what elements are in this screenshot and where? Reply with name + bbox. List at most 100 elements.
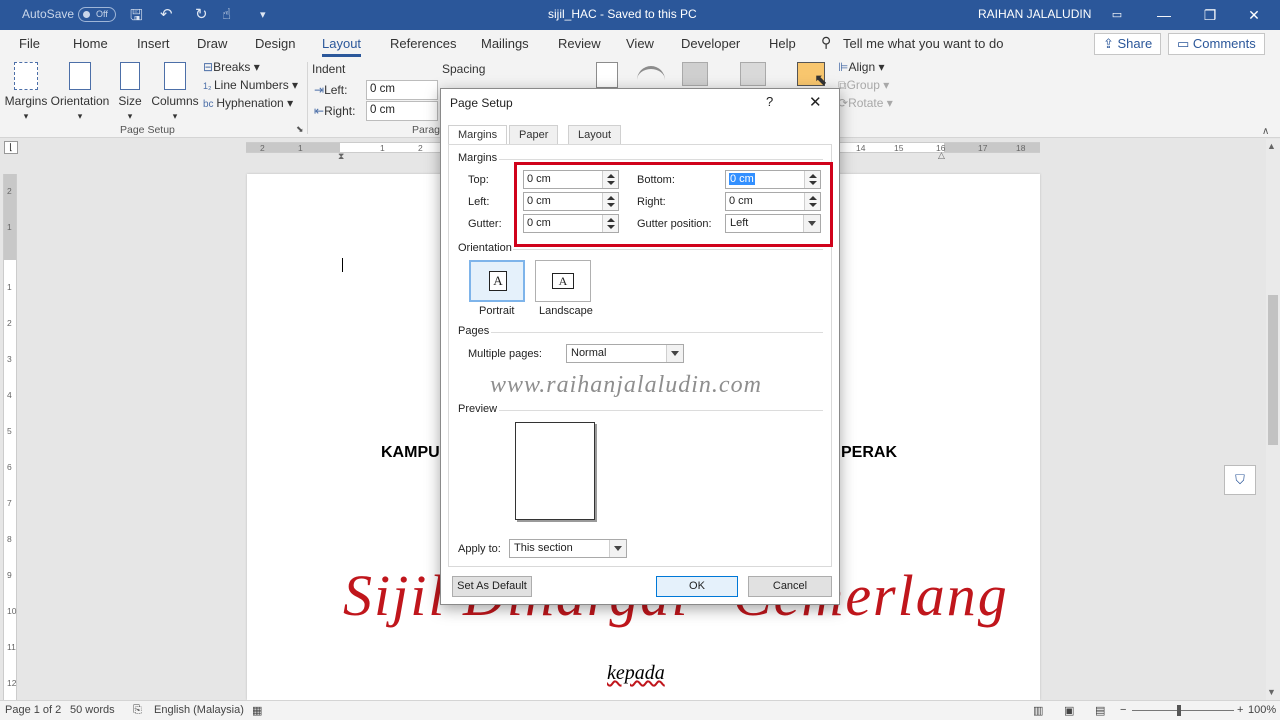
tab-mailings[interactable]: Mailings bbox=[481, 36, 529, 51]
multiple-pages-select[interactable]: Normal bbox=[566, 344, 684, 363]
line-numbers-button[interactable]: 1₂ Line Numbers ▾ bbox=[203, 78, 298, 92]
right-indent-marker-icon[interactable]: △ bbox=[938, 150, 945, 161]
indent-marker-icon[interactable]: ⧗ bbox=[338, 151, 344, 162]
wrap-text-icon[interactable] bbox=[637, 66, 665, 86]
columns-button[interactable]: Columns ▾ bbox=[150, 62, 200, 122]
zoom-slider-thumb[interactable] bbox=[1177, 705, 1181, 716]
indent-label: Indent bbox=[312, 62, 346, 76]
tab-paper[interactable]: Paper bbox=[509, 125, 559, 145]
undo-icon[interactable]: ↶ bbox=[160, 5, 173, 23]
word-count[interactable]: 50 words bbox=[70, 704, 115, 716]
vertical-scrollbar[interactable]: ▲ ▼ bbox=[1266, 139, 1280, 700]
user-name[interactable]: RAIHAN JALALUDIN bbox=[978, 7, 1091, 21]
restore-icon[interactable]: ❐ bbox=[1196, 4, 1224, 26]
tab-insert[interactable]: Insert bbox=[137, 36, 170, 51]
minimize-icon[interactable]: — bbox=[1150, 4, 1178, 26]
tab-margins[interactable]: Margins bbox=[448, 125, 508, 146]
scroll-up-icon[interactable]: ▲ bbox=[1267, 141, 1276, 151]
tab-design[interactable]: Design bbox=[255, 36, 295, 51]
dialog-close-icon[interactable]: ✕ bbox=[809, 93, 822, 111]
pages-section-label: Pages bbox=[458, 325, 490, 337]
cancel-button[interactable]: Cancel bbox=[748, 576, 832, 597]
breaks-icon: ⊟ bbox=[203, 60, 214, 74]
zoom-in-icon[interactable]: + bbox=[1237, 704, 1243, 716]
spacing-label: Spacing bbox=[442, 62, 486, 76]
language-indicator[interactable]: English (Malaysia) bbox=[154, 704, 244, 716]
orientation-button[interactable]: Orientation ▾ bbox=[50, 62, 110, 122]
landscape-option[interactable]: A bbox=[535, 260, 591, 302]
margins-button[interactable]: Margins ▾ bbox=[4, 62, 48, 122]
web-layout-icon[interactable]: ▤ bbox=[1095, 704, 1105, 717]
set-as-default-button[interactable]: Set As Default bbox=[452, 576, 532, 597]
multiple-pages-label: Multiple pages: bbox=[468, 348, 542, 360]
share-button[interactable]: ⇪ Share bbox=[1094, 33, 1162, 55]
indent-left-input[interactable]: 0 cm bbox=[366, 80, 438, 100]
align-button[interactable]: ⊫Align ▾ bbox=[838, 60, 885, 74]
group-button[interactable]: ⧉Group ▾ bbox=[838, 78, 889, 93]
comments-button[interactable]: ▭ Comments bbox=[1168, 33, 1265, 55]
touch-mode-icon[interactable]: ☝ bbox=[222, 5, 231, 23]
ribbon-divider bbox=[307, 62, 308, 134]
zoom-level[interactable]: 100% bbox=[1248, 704, 1276, 716]
close-window-icon[interactable]: ✕ bbox=[1240, 4, 1268, 26]
print-layout-icon[interactable]: ▣ bbox=[1064, 704, 1074, 717]
tab-view[interactable]: View bbox=[626, 36, 654, 51]
ok-button[interactable]: OK bbox=[656, 576, 738, 597]
bring-forward-icon[interactable] bbox=[682, 62, 708, 86]
tab-review[interactable]: Review bbox=[558, 36, 601, 51]
save-icon[interactable]: 🖫 bbox=[130, 5, 143, 30]
proofing-icon[interactable]: ⎘ bbox=[133, 704, 142, 717]
hyphenation-button[interactable]: bc Hyphenation ▾ bbox=[203, 96, 293, 110]
breaks-button[interactable]: ⊟Breaks ▾ bbox=[203, 60, 260, 74]
tell-me-input[interactable]: Tell me what you want to do bbox=[843, 36, 1003, 51]
tab-help[interactable]: Help bbox=[769, 36, 796, 51]
zoom-slider[interactable] bbox=[1132, 710, 1234, 711]
tab-file[interactable]: File bbox=[19, 36, 40, 51]
preview-section-label: Preview bbox=[458, 403, 498, 415]
apply-to-select[interactable]: This section bbox=[509, 539, 627, 558]
position-icon[interactable] bbox=[596, 62, 618, 88]
macro-record-icon[interactable]: ▦ bbox=[252, 704, 262, 717]
read-mode-icon[interactable]: ▥ bbox=[1033, 704, 1043, 717]
align-icon: ⊫ bbox=[838, 60, 849, 74]
tab-home[interactable]: Home bbox=[73, 36, 108, 51]
send-backward-icon[interactable] bbox=[740, 62, 766, 86]
collapse-ribbon-icon[interactable]: ∧ bbox=[1262, 126, 1269, 137]
bookmark-icon[interactable]: ⛉ bbox=[1224, 465, 1256, 495]
portrait-icon: A bbox=[489, 271, 507, 291]
tab-developer[interactable]: Developer bbox=[681, 36, 740, 51]
indent-left-icon: ⇥ bbox=[314, 83, 325, 97]
rotate-button[interactable]: ⟳Rotate ▾ bbox=[838, 96, 893, 110]
autosave-toggle[interactable]: Off bbox=[78, 7, 116, 22]
tab-references[interactable]: References bbox=[390, 36, 456, 51]
page-count[interactable]: Page 1 of 2 bbox=[5, 704, 61, 716]
apply-to-label: Apply to: bbox=[458, 543, 501, 555]
lightbulb-search-icon: ⚲ bbox=[821, 34, 832, 50]
margins-icon bbox=[14, 62, 38, 90]
tab-draw[interactable]: Draw bbox=[197, 36, 227, 51]
indent-left-label: ⇥Left: bbox=[314, 83, 348, 97]
scrollbar-thumb[interactable] bbox=[1268, 295, 1278, 445]
scroll-down-icon[interactable]: ▼ bbox=[1267, 687, 1276, 697]
orientation-section-label: Orientation bbox=[458, 242, 512, 254]
portrait-option[interactable]: A bbox=[469, 260, 525, 302]
gutter-label: Gutter: bbox=[468, 218, 502, 230]
zoom-out-icon[interactable]: − bbox=[1120, 704, 1126, 716]
indent-right-input[interactable]: 0 cm bbox=[366, 101, 438, 121]
tab-layout-dialog[interactable]: Layout bbox=[568, 125, 622, 145]
page-setup-launcher-icon[interactable]: ⬊ bbox=[296, 124, 304, 135]
tab-layout[interactable]: Layout bbox=[322, 36, 362, 57]
preview-page bbox=[515, 422, 595, 520]
ribbon-display-icon[interactable]: ▭ bbox=[1103, 4, 1131, 26]
hyphenation-icon: bc bbox=[203, 99, 217, 110]
tab-selector-icon[interactable]: ⌊ bbox=[4, 141, 18, 154]
menu-bar: File Home Insert Draw Design Layout Refe… bbox=[0, 30, 1280, 58]
dialog-help-button[interactable]: ? bbox=[766, 94, 773, 109]
vertical-ruler[interactable]: 2 1 1 2 3 4 5 6 7 8 9 10 11 12 bbox=[3, 174, 17, 700]
redo-icon[interactable]: ↻ bbox=[195, 5, 208, 23]
customize-qat-icon[interactable]: ▾ bbox=[260, 8, 266, 21]
chevron-down-icon bbox=[609, 540, 626, 557]
size-button[interactable]: Size ▾ bbox=[116, 62, 144, 122]
page-setup-dialog: Page Setup ? ✕ Margins Paper Layout Marg… bbox=[440, 88, 840, 605]
orientation-icon bbox=[69, 62, 91, 90]
